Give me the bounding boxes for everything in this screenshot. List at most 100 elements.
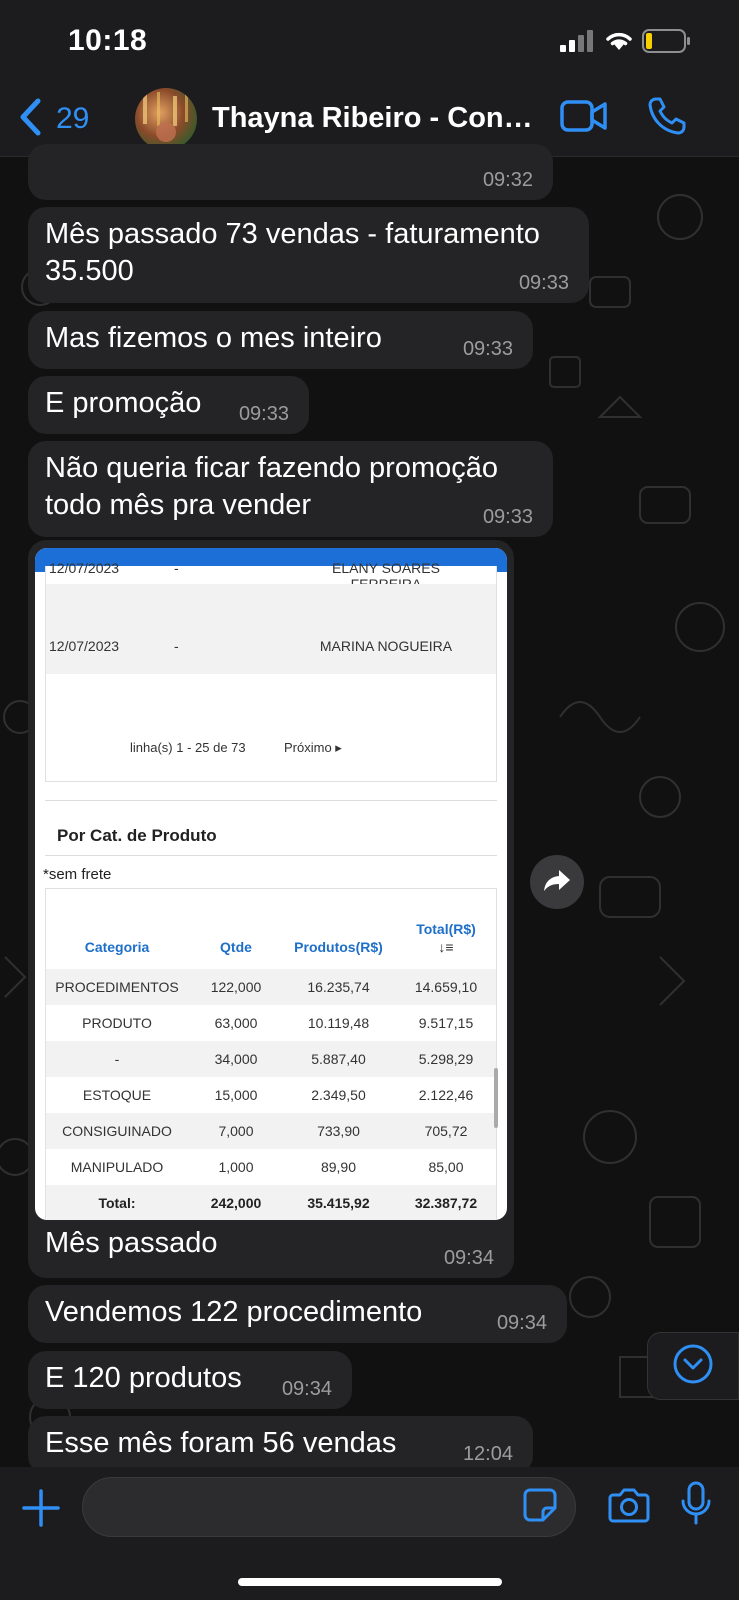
table-row: PROCEDIMENTOS 122,000 16.235,74 14.659,1…: [46, 969, 496, 1005]
category-table: Categoria Qtde Produtos(R$) Total(R$) ↓≡…: [45, 888, 497, 1220]
note-text: *sem frete: [43, 866, 112, 883]
wifi-icon: [604, 30, 634, 57]
cell-total: 14.659,10: [414, 979, 478, 995]
row-dash: -: [174, 560, 179, 576]
chevron-down-circle-icon: [672, 1343, 714, 1390]
table-row: CONSIGUINADO 7,000 733,90 705,72: [46, 1113, 496, 1149]
cell-category: PRODUTO: [82, 1015, 152, 1031]
composer-bar: [0, 1467, 739, 1600]
scroll-to-bottom-button[interactable]: [647, 1332, 739, 1400]
video-call-icon[interactable]: [560, 98, 608, 139]
message-text: Não queria ficar fazendo promoção todo m…: [45, 452, 498, 521]
image-message[interactable]: 12/07/2023 - ELANY SOARES FERREIRA 12/07…: [28, 540, 514, 1252]
message-time: 09:34: [281, 1378, 332, 1400]
row-dash: -: [174, 638, 179, 654]
cell-qty: 63,000: [214, 1015, 258, 1031]
cell-total: 5.298,29: [418, 1051, 474, 1067]
sort-icon: ↓≡: [438, 939, 454, 955]
cell-total: 85,00: [428, 1159, 464, 1175]
message-time: 09:34: [443, 1247, 494, 1269]
message-time: 09:33: [518, 272, 569, 294]
cell-category: MANIPULADO: [70, 1159, 164, 1175]
table-row: PRODUTO 63,000 10.119,48 9.517,15: [46, 1005, 496, 1041]
cell-qty: 15,000: [214, 1087, 258, 1103]
chevron-left-icon: [18, 97, 42, 142]
message-bubble[interactable]: E 120 produtos 09:34: [28, 1351, 352, 1409]
signal-icon: [560, 30, 594, 57]
cell-category: CONSIGUINADO: [62, 1123, 172, 1139]
cell-products-total: 35.415,92: [307, 1195, 370, 1211]
message-bubble[interactable]: Não queria ficar fazendo promoção todo m…: [28, 441, 553, 537]
avatar[interactable]: [135, 88, 197, 150]
shared-screenshot[interactable]: 12/07/2023 - ELANY SOARES FERREIRA 12/07…: [35, 548, 507, 1220]
message-bubble[interactable]: Mês passado 09:34: [28, 1222, 514, 1278]
table-row: - 34,000 5.887,40 5.298,29: [46, 1041, 496, 1077]
cell-qty-total: 242,000: [210, 1195, 262, 1211]
message-time: 12:04: [462, 1443, 513, 1465]
table-row: ESTOQUE 15,000 2.349,50 2.122,46: [46, 1077, 496, 1113]
cell-products: 733,90: [317, 1123, 360, 1139]
forward-button[interactable]: [530, 855, 584, 909]
message-time: 09:33: [482, 506, 533, 528]
cell-grand-total: 32.387,72: [414, 1195, 478, 1211]
cell-qty: 1,000: [218, 1159, 254, 1175]
forward-arrow-icon: [543, 868, 571, 897]
divider: [45, 800, 497, 801]
message-text: Mas fizemos o mes inteiro: [45, 322, 382, 354]
cell-category: ESTOQUE: [82, 1087, 152, 1103]
column-header-qty: Qtde: [220, 939, 252, 955]
message-time: 09:32: [482, 169, 533, 191]
camera-icon[interactable]: [608, 1487, 650, 1528]
message-text: Mês passado 73 vendas - faturamento 35.5…: [45, 218, 540, 287]
clock-time: 10:18: [68, 24, 148, 57]
contact-name[interactable]: Thayna Ribeiro - Consultora: [212, 102, 542, 135]
next-page-link: Próximo ▸: [284, 740, 342, 755]
row-client-name: MARINA NOGUEIRA: [319, 638, 453, 654]
message-bubble[interactable]: Mas fizemos o mes inteiro 09:33: [28, 311, 533, 369]
cell-products: 10.119,48: [307, 1015, 370, 1031]
cell-total-label: Total:: [98, 1195, 136, 1211]
cell-category: -: [114, 1051, 120, 1067]
message-time: 09:34: [496, 1312, 547, 1334]
pagination-text: linha(s) 1 - 25 de 73: [130, 740, 246, 755]
list-row: 12/07/2023 - ELANY SOARES FERREIRA: [46, 560, 496, 592]
message-bubble[interactable]: Mês passado 73 vendas - faturamento 35.5…: [28, 207, 589, 303]
divider: [45, 855, 497, 856]
table-row: MANIPULADO 1,000 89,90 85,00: [46, 1149, 496, 1185]
message-text: Esse mês foram 56 vendas: [45, 1427, 397, 1459]
home-indicator: [238, 1578, 502, 1586]
list-row: 12/07/2023 - MARINA NOGUEIRA: [46, 638, 496, 662]
message-time: 09:33: [462, 338, 513, 360]
unread-count: 29: [56, 102, 90, 135]
table-total-row: Total: 242,000 35.415,92 32.387,72: [46, 1185, 496, 1220]
row-date: 12/07/2023: [49, 638, 120, 654]
cell-qty: 7,000: [218, 1123, 254, 1139]
cell-total: 2.122,46: [418, 1087, 474, 1103]
sticker-icon[interactable]: [522, 1487, 558, 1528]
row-date: 12/07/2023: [49, 560, 120, 576]
message-text: Vendemos 122 procedimento: [45, 1296, 423, 1328]
cell-products: 2.349,50: [311, 1087, 366, 1103]
message-bubble[interactable]: E promoção 09:33: [28, 376, 309, 434]
cell-products: 89,90: [320, 1159, 357, 1175]
back-button[interactable]: 29: [18, 94, 89, 144]
cell-total: 9.517,15: [418, 1015, 474, 1031]
plus-icon[interactable]: [22, 1489, 60, 1532]
phone-icon[interactable]: [647, 96, 687, 141]
message-text: Mês passado: [45, 1227, 218, 1259]
column-header-products: Produtos(R$): [294, 939, 383, 955]
section-title: Por Cat. de Produto: [57, 826, 217, 845]
message-bubble[interactable]: Vendemos 122 procedimento 09:34: [28, 1285, 567, 1343]
column-header-total: Total(R$): [416, 921, 476, 937]
microphone-icon[interactable]: [680, 1481, 712, 1532]
cell-qty: 122,000: [210, 979, 262, 995]
battery-icon: [642, 28, 692, 59]
cell-total: 705,72: [424, 1123, 468, 1139]
cell-category: PROCEDIMENTOS: [55, 979, 179, 995]
cell-products: 16.235,74: [307, 979, 370, 995]
message-bubble[interactable]: Esse mês foram 56 vendas 12:04: [28, 1416, 533, 1474]
message-input[interactable]: [82, 1477, 576, 1537]
sales-list-card: 12/07/2023 - ELANY SOARES FERREIRA 12/07…: [45, 560, 497, 782]
cell-products: 5.887,40: [311, 1051, 366, 1067]
message-bubble[interactable]: 09:32: [28, 144, 553, 200]
